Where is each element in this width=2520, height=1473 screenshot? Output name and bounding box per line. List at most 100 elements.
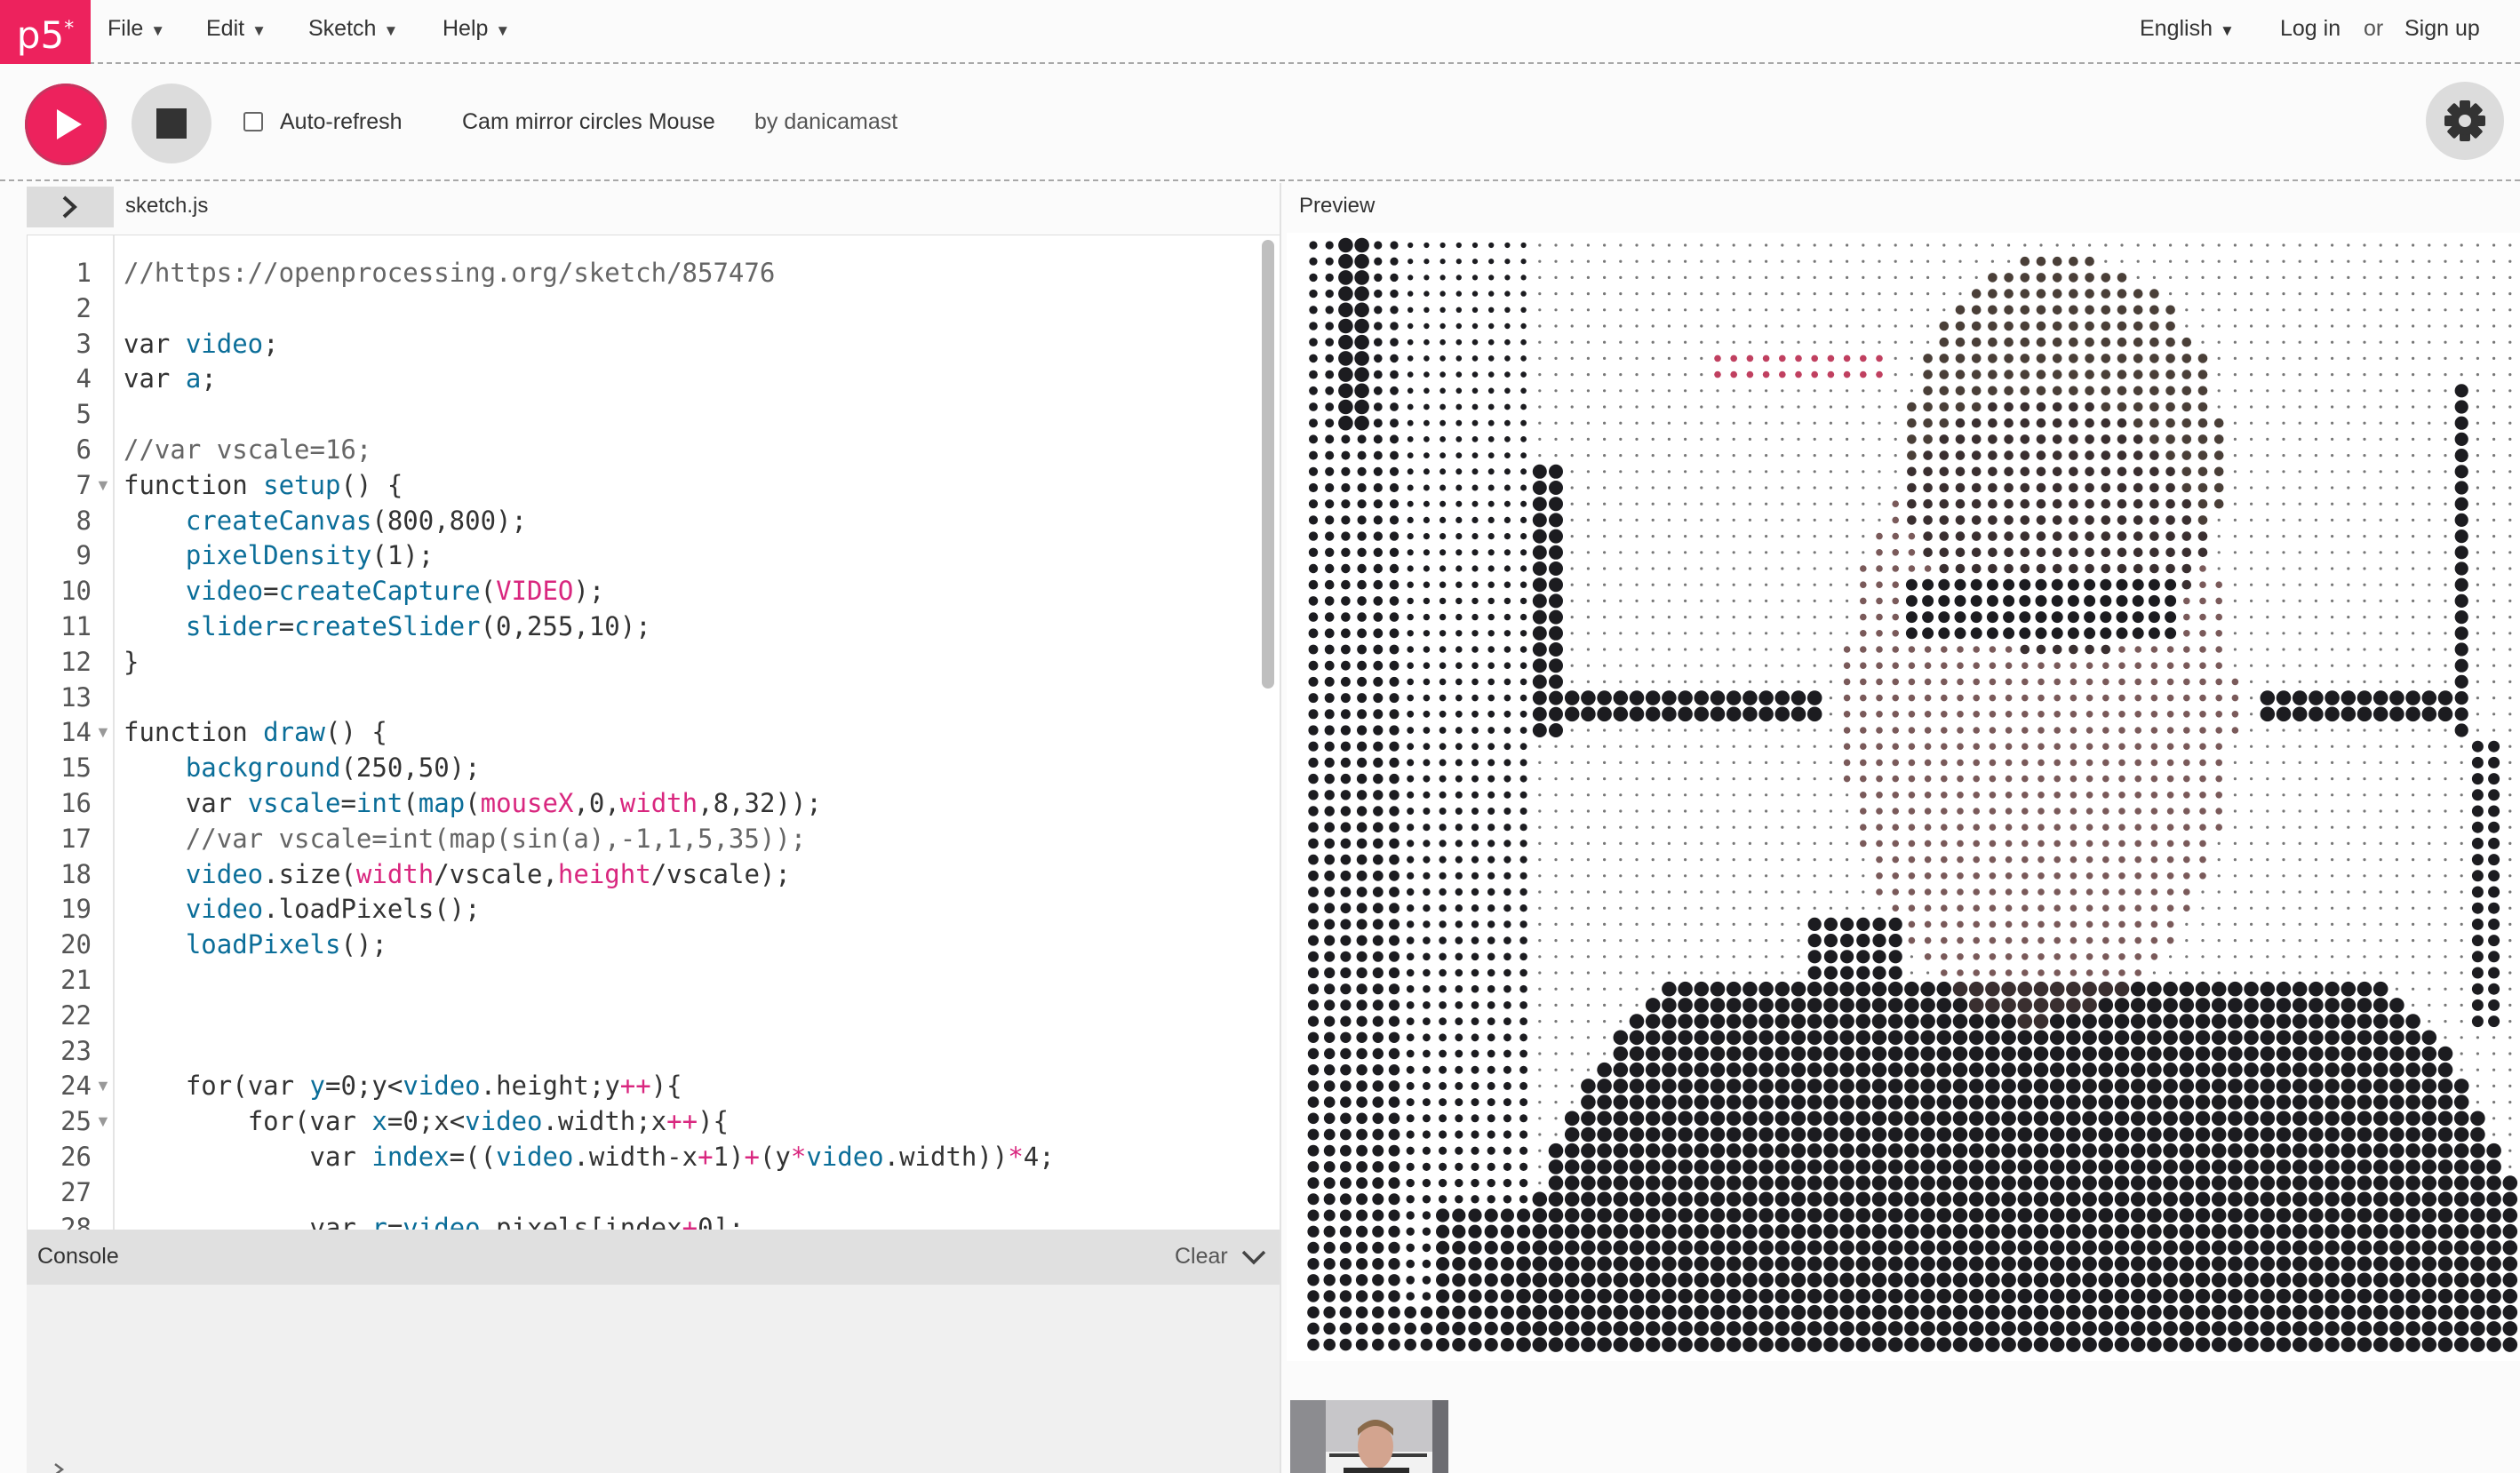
- halftone-dot: [1667, 955, 1671, 959]
- halftone-dot: [2379, 551, 2382, 554]
- file-tab-sketch-js[interactable]: sketch.js: [125, 194, 208, 219]
- halftone-dot: [1619, 518, 1623, 522]
- halftone-dot: [1797, 939, 1800, 943]
- halftone-dot: [1406, 1259, 1415, 1269]
- signup-link[interactable]: Sign up: [2404, 0, 2480, 59]
- code-line[interactable]: var a;: [124, 362, 217, 394]
- halftone-dot: [2282, 760, 2285, 765]
- halftone-dot: [2185, 259, 2189, 263]
- code-line[interactable]: var video;: [124, 328, 279, 360]
- halftone-dot: [1748, 825, 1751, 829]
- settings-button[interactable]: [2426, 82, 2504, 160]
- fold-arrow-icon[interactable]: ▼: [95, 469, 111, 501]
- code-line[interactable]: for(var x=0;x<video.width;x++){: [124, 1105, 729, 1137]
- halftone-dot: [1971, 386, 1982, 396]
- halftone-dot: [2347, 890, 2350, 894]
- code-line[interactable]: loadPixels();: [124, 928, 387, 960]
- code-line[interactable]: video.loadPixels();: [124, 893, 481, 925]
- pane-divider[interactable]: [1280, 183, 1281, 1473]
- editor-scrollbar[interactable]: [1262, 240, 1274, 689]
- halftone-dot: [2292, 1143, 2308, 1158]
- code-line[interactable]: background(250,50);: [124, 752, 481, 784]
- code-line[interactable]: var index=((video.width-x+1)+(y*video.wi…: [124, 1141, 1055, 1173]
- menu-help[interactable]: Help ▼: [443, 0, 510, 59]
- console-clear-button[interactable]: Clear: [1175, 1244, 1228, 1270]
- fold-arrow-icon[interactable]: ▼: [95, 1070, 111, 1102]
- halftone-dot: [1855, 1175, 1871, 1190]
- halftone-dot: [2152, 275, 2156, 279]
- code-line[interactable]: //https://openprocessing.org/sketch/8574…: [124, 257, 775, 289]
- halftone-dot: [2069, 305, 2078, 315]
- halftone-dot: [1407, 808, 1415, 815]
- halftone-dot: [1520, 291, 1527, 297]
- halftone-dot: [2454, 400, 2468, 414]
- halftone-dot: [1973, 969, 1980, 976]
- halftone-dot: [1684, 632, 1687, 635]
- code-line[interactable]: //var vscale=16;: [124, 434, 371, 466]
- halftone-dot: [1797, 632, 1800, 635]
- chevron-down-icon[interactable]: [1240, 1246, 1267, 1269]
- halftone-dot: [2298, 275, 2301, 279]
- code-line[interactable]: function setup() {: [124, 469, 403, 501]
- code-line[interactable]: }: [124, 646, 139, 678]
- code-line[interactable]: video.size(width/vscale,height/vscale);: [124, 858, 791, 890]
- menu-sketch[interactable]: Sketch ▼: [308, 0, 398, 59]
- code-line[interactable]: video=createCapture(VIDEO);: [124, 575, 604, 607]
- halftone-dot: [2150, 936, 2158, 944]
- halftone-dot: [1732, 874, 1735, 878]
- halftone-dot: [1324, 854, 1335, 865]
- halftone-dot: [1651, 292, 1655, 296]
- halftone-dot: [1684, 259, 1687, 263]
- language-select[interactable]: English ▼: [2140, 0, 2235, 59]
- halftone-dot: [2250, 437, 2253, 441]
- login-link[interactable]: Log in: [2280, 0, 2341, 59]
- halftone-dot: [1971, 531, 1982, 541]
- halftone-dot: [2363, 421, 2366, 425]
- auto-refresh-label[interactable]: Auto-refresh: [280, 108, 403, 135]
- halftone-dot: [1938, 627, 1950, 640]
- code-line[interactable]: var r=video.pixels[index+0];: [124, 1212, 745, 1230]
- halftone-dot: [1503, 808, 1511, 815]
- code-line[interactable]: for(var y=0;y<video.height;y++){: [124, 1070, 682, 1102]
- stop-button[interactable]: [132, 84, 211, 163]
- code-line[interactable]: //var vscale=int(map(sin(a),-1,1,5,35));: [124, 823, 806, 855]
- halftone-dot: [1603, 729, 1607, 732]
- halftone-dot: [2460, 259, 2463, 263]
- halftone-dot: [2405, 1079, 2420, 1094]
- console-output[interactable]: [27, 1285, 1280, 1473]
- halftone-dot: [2389, 1014, 2404, 1029]
- sketch-author[interactable]: by danicamast: [754, 108, 897, 135]
- code-line[interactable]: function draw() {: [124, 716, 387, 748]
- sidebar-toggle-button[interactable]: [27, 187, 114, 227]
- halftone-dot: [1471, 565, 1479, 572]
- halftone-dot: [2347, 437, 2350, 441]
- code-line[interactable]: createCanvas(800,800);: [124, 505, 527, 537]
- preview-canvas[interactable]: [1287, 233, 2520, 1361]
- p5-logo[interactable]: p5*: [0, 0, 91, 64]
- sketch-name[interactable]: Cam mirror circles Mouse: [462, 108, 715, 135]
- fold-arrow-icon[interactable]: ▼: [95, 1105, 111, 1137]
- halftone-dot: [1538, 760, 1542, 765]
- halftone-dot: [1716, 437, 1719, 441]
- halftone-dot: [1971, 547, 1982, 558]
- halftone-dot: [2266, 760, 2269, 765]
- halftone-dot: [1985, 1175, 2000, 1190]
- fold-arrow-icon[interactable]: ▼: [95, 716, 111, 748]
- halftone-dot: [2066, 1240, 2081, 1255]
- auto-refresh-checkbox[interactable]: [243, 112, 263, 131]
- halftone-dot: [1829, 292, 1832, 296]
- halftone-dot: [1323, 1096, 1336, 1108]
- halftone-dot: [1781, 389, 1784, 393]
- menu-edit[interactable]: Edit ▼: [206, 0, 267, 59]
- code-editor[interactable]: 1 2 3 4 5 6 7 ▼ 8 9 10 11 12 13 14 ▼ 15 16 17 18 19 20 21 22 23 2…: [27, 235, 1280, 1230]
- play-button[interactable]: [25, 84, 107, 165]
- menu-file[interactable]: File ▼: [108, 0, 165, 59]
- halftone-dot: [1678, 1159, 1693, 1174]
- code-line[interactable]: var vscale=int(map(mouseX,0,width,8,32))…: [124, 787, 822, 819]
- code-line[interactable]: pixelDensity(1);: [124, 539, 434, 571]
- halftone-dot: [1700, 632, 1703, 635]
- code-line[interactable]: slider=createSlider(0,255,10);: [124, 610, 651, 642]
- halftone-dot: [1603, 664, 1607, 667]
- halftone-dot: [1684, 793, 1687, 797]
- halftone-dot: [1651, 858, 1655, 862]
